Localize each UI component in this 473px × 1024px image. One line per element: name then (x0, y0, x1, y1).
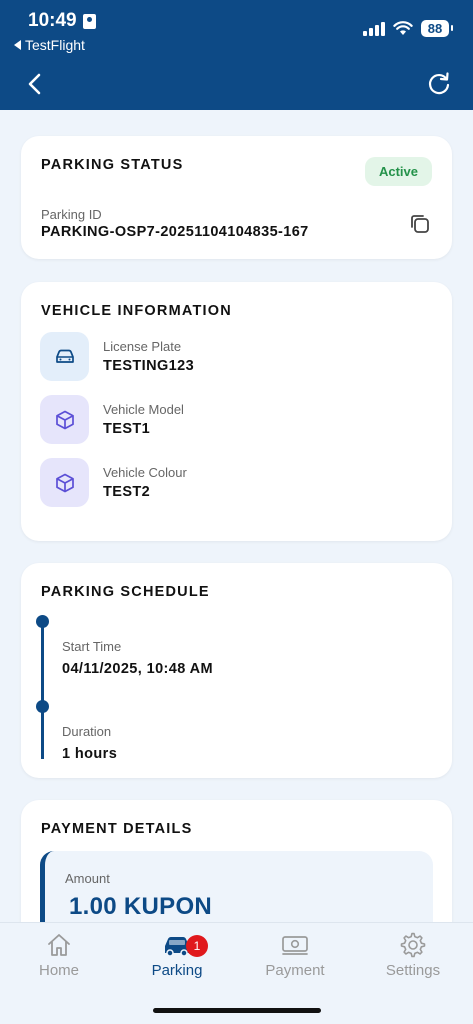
timeline-dot-duration (36, 700, 49, 713)
notification-badge: 1 (186, 935, 208, 957)
back-chevron-icon[interactable] (24, 70, 48, 98)
license-plate-value: TESTING123 (103, 358, 195, 374)
tab-parking-label: Parking (151, 962, 203, 979)
start-time-value: 04/11/2025, 10:48 AM (62, 661, 213, 677)
gear-icon (400, 932, 426, 958)
card-title: PAYMENT DETAILS (41, 821, 193, 837)
vehicle-row-license-plate: License Plate TESTING123 (40, 332, 194, 381)
license-plate-label: License Plate (103, 339, 182, 354)
vehicle-colour-label: Vehicle Colour (103, 465, 187, 480)
card-title: VEHICLE INFORMATION (41, 303, 232, 319)
tab-home[interactable]: Home (4, 931, 114, 979)
back-app-label: TestFlight (25, 37, 85, 53)
tab-parking[interactable]: 1 Parking (122, 931, 232, 979)
parking-status-card: PARKING STATUS Active Parking ID PARKING… (21, 136, 452, 259)
duration-label: Duration (62, 724, 112, 739)
vehicle-colour-value: TEST2 (103, 484, 151, 500)
tab-settings[interactable]: Settings (358, 931, 468, 979)
status-time: 10:49 (28, 10, 96, 32)
parking-id-label: Parking ID (41, 207, 102, 222)
tab-settings-label: Settings (385, 962, 441, 979)
amount-value: 1.00 KUPON (69, 893, 213, 920)
home-icon (48, 934, 70, 956)
parking-id-value: PARKING-OSP7-20251104104835-167 (41, 224, 309, 240)
battery-indicator: 88 (421, 20, 453, 37)
vehicle-model-value: TEST1 (103, 421, 151, 437)
id-card-icon (82, 13, 96, 29)
tab-payment[interactable]: Payment (240, 931, 350, 979)
home-indicator (153, 1008, 321, 1013)
vehicle-row-model: Vehicle Model TEST1 (40, 395, 184, 444)
vehicle-model-label: Vehicle Model (103, 402, 184, 417)
card-title: PARKING SCHEDULE (41, 584, 210, 600)
vehicle-row-colour: Vehicle Colour TEST2 (40, 458, 187, 507)
tab-home-label: Home (38, 962, 79, 979)
copy-icon[interactable] (408, 212, 432, 236)
vehicle-information-card: VEHICLE INFORMATION License Plate TESTIN… (21, 282, 452, 541)
timeline-dot-start (36, 615, 49, 628)
timeline-line (41, 621, 44, 759)
card-title: PARKING STATUS (41, 157, 184, 173)
app-header: 10:49 TestFlight 88 (0, 0, 473, 110)
refresh-icon[interactable] (425, 70, 453, 98)
start-time-item: Start Time 04/11/2025, 10:48 AM (62, 639, 213, 677)
status-indicators: 88 (363, 20, 453, 37)
clock: 10:49 (28, 10, 77, 31)
duration-item: Duration 1 hours (62, 724, 117, 762)
car-icon (40, 332, 89, 381)
cube-icon (40, 458, 89, 507)
back-triangle-icon (14, 40, 21, 50)
cellular-signal-icon (363, 21, 385, 36)
cash-icon (282, 936, 308, 955)
amount-label: Amount (65, 871, 110, 886)
cube-icon (40, 395, 89, 444)
parking-schedule-card: PARKING SCHEDULE Start Time 04/11/2025, … (21, 563, 452, 778)
back-to-app-link[interactable]: TestFlight (14, 37, 85, 53)
start-time-label: Start Time (62, 639, 122, 654)
wifi-icon (393, 21, 413, 35)
tab-payment-label: Payment (265, 962, 325, 979)
duration-value: 1 hours (62, 746, 118, 762)
status-badge: Active (364, 157, 432, 186)
